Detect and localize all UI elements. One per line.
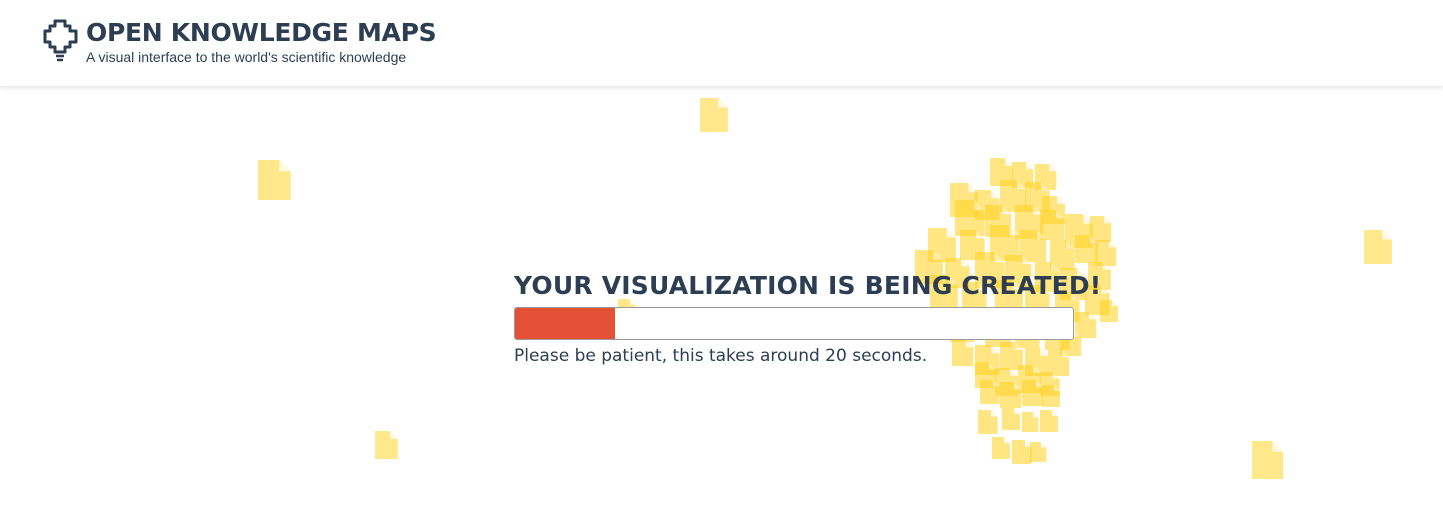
logo-link[interactable]: OPEN KNOWLEDGE MAPS A visual interface t… xyxy=(42,18,437,65)
paper-document-icon xyxy=(1030,442,1047,462)
brain-bulb-icon xyxy=(43,19,78,62)
loading-note: Please be patient, this takes around 20 … xyxy=(514,346,928,366)
paper-document-icon xyxy=(978,410,998,434)
progress-fill xyxy=(515,308,616,339)
site-title: OPEN KNOWLEDGE MAPS xyxy=(86,18,437,47)
paper-document-icon xyxy=(1100,300,1119,322)
loading-panel: YOUR VISUALIZATION IS BEING CREATED! Ple… xyxy=(514,268,1102,366)
paper-document-icon xyxy=(258,160,291,200)
paper-document-icon xyxy=(1002,408,1021,430)
paper-document-icon xyxy=(1364,230,1392,264)
progress-bar xyxy=(514,307,1074,340)
loading-heading: YOUR VISUALIZATION IS BEING CREATED! xyxy=(514,271,1102,300)
paper-document-icon xyxy=(1040,410,1059,432)
paper-document-icon xyxy=(1012,440,1032,464)
paper-document-icon xyxy=(375,431,398,459)
site-subtitle: A visual interface to the world's scient… xyxy=(86,49,407,65)
paper-document-icon xyxy=(1252,441,1284,479)
paper-document-icon xyxy=(1075,312,1097,338)
paper-document-icon xyxy=(1022,412,1039,432)
paper-document-icon xyxy=(992,437,1011,459)
paper-document-icon xyxy=(700,98,728,132)
site-header: OPEN KNOWLEDGE MAPS A visual interface t… xyxy=(0,0,1443,87)
